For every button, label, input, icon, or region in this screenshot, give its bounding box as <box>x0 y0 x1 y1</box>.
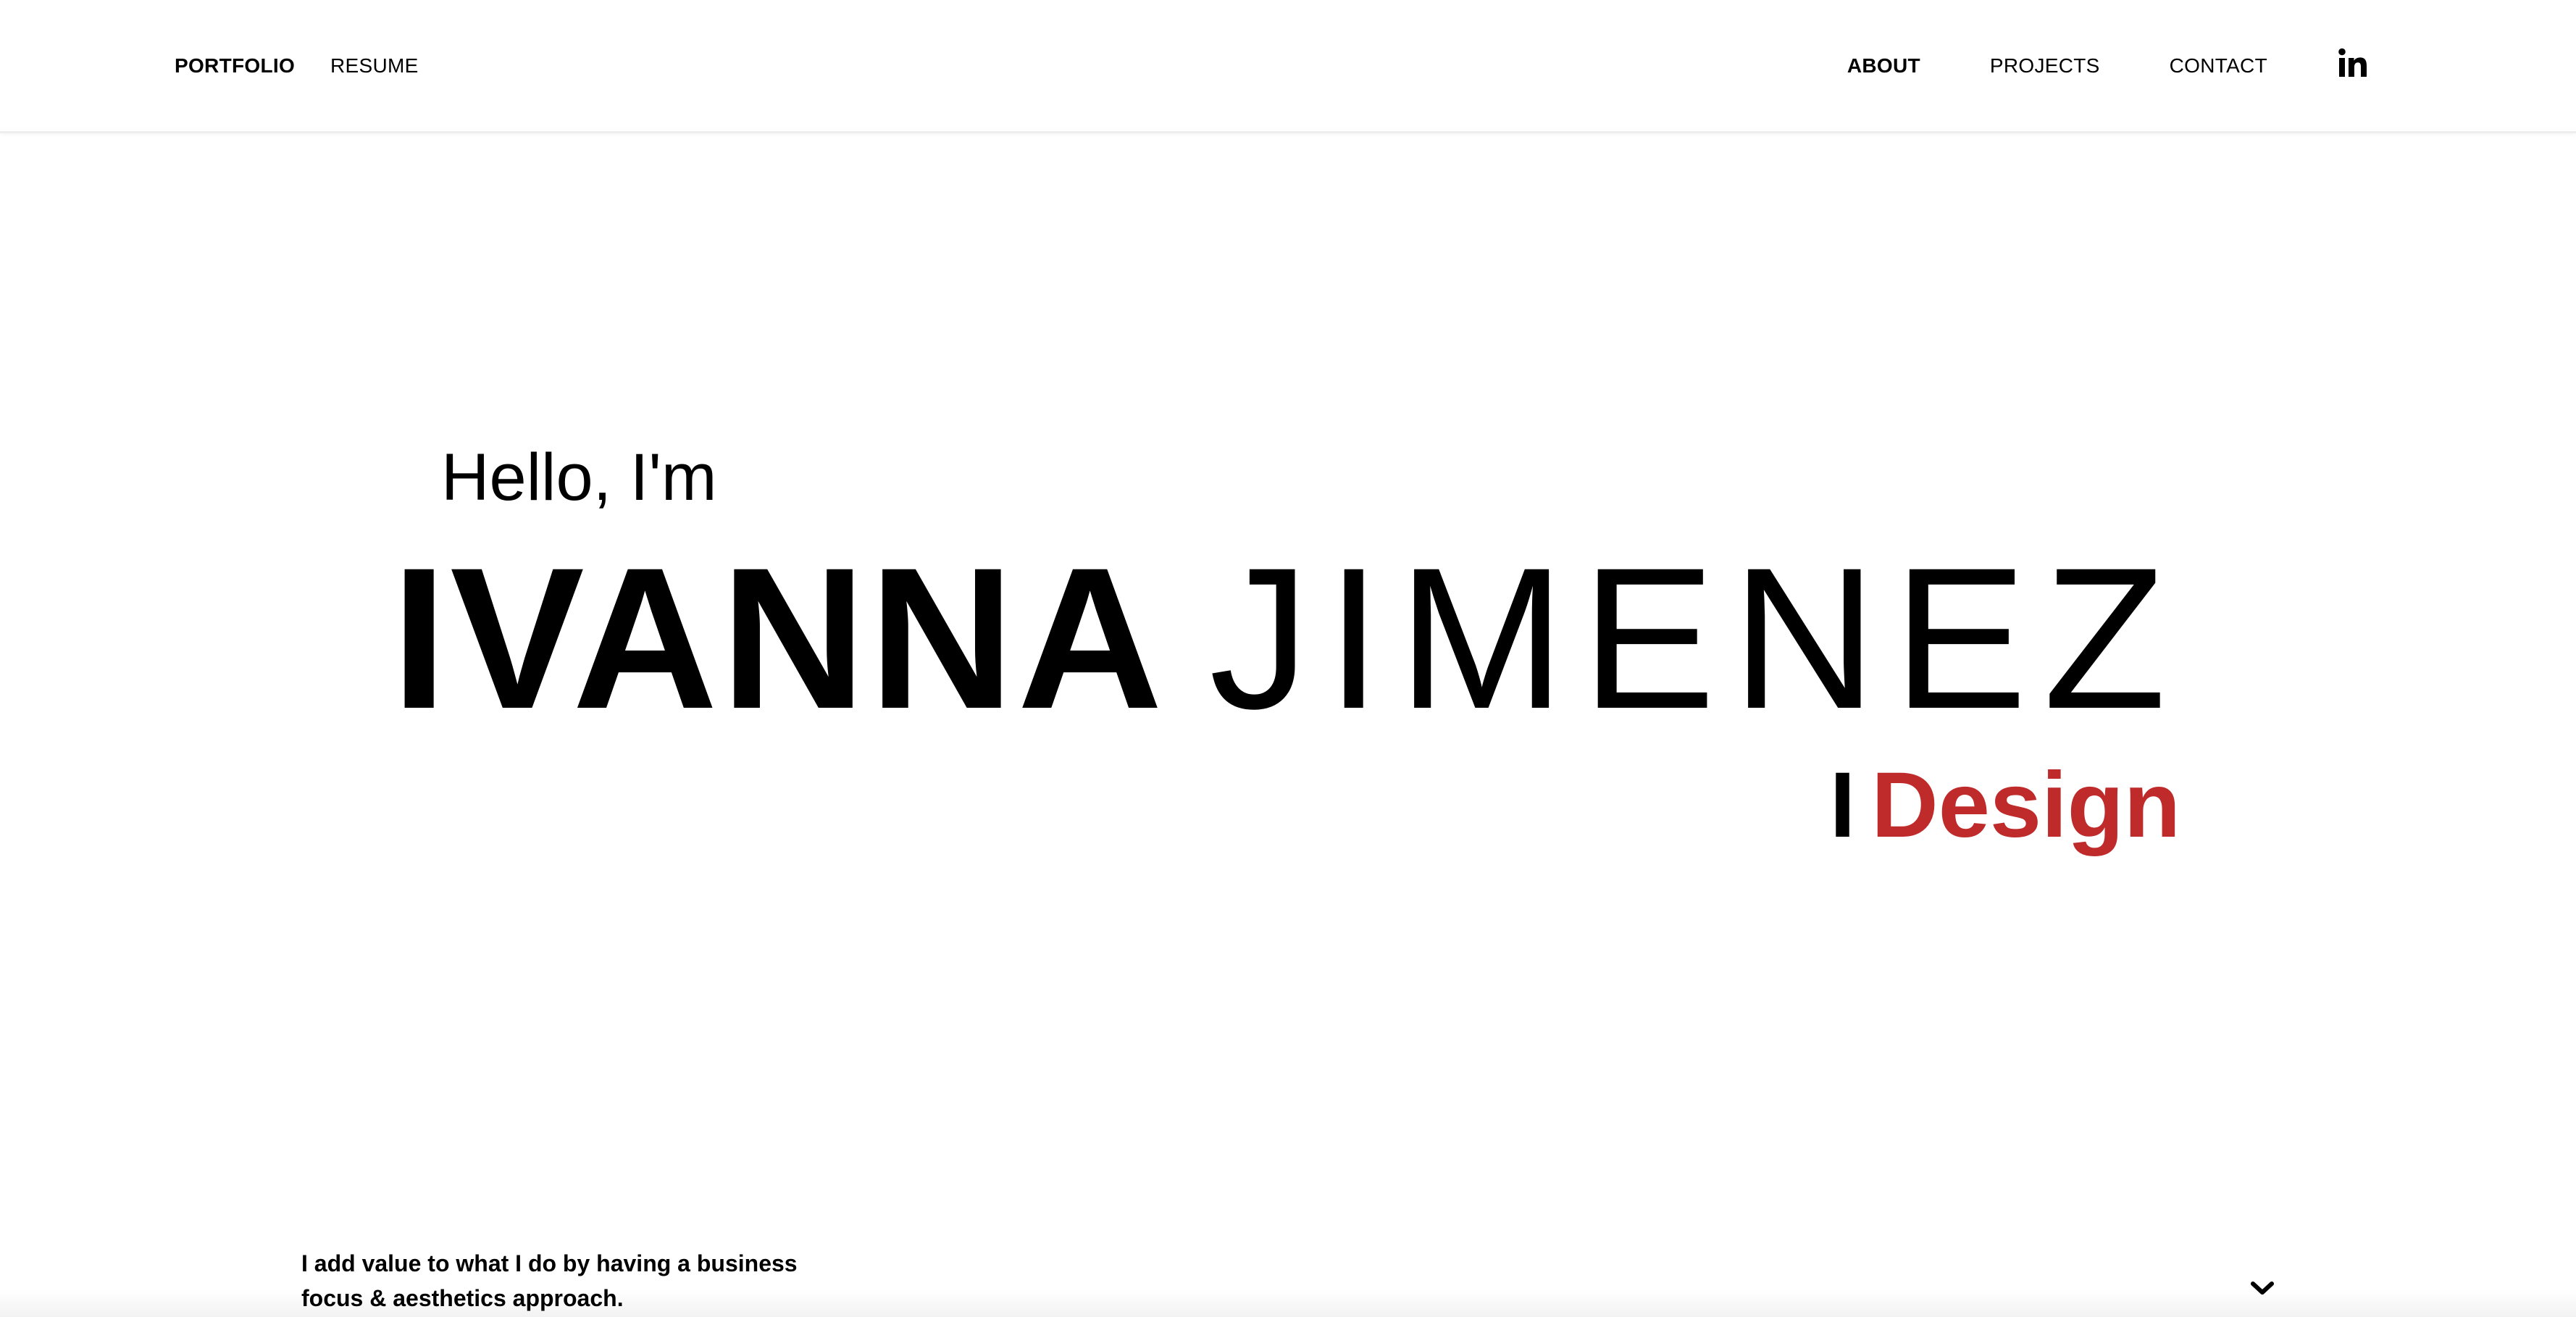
intro-line-1: I add value to what I do by having a bus… <box>301 1250 798 1276</box>
linkedin-icon-glyph <box>2338 48 2367 77</box>
hero-greeting: Hello, I'm <box>441 440 717 514</box>
top-navigation-bar: PORTFOLIO RESUME ABOUT PROJECTS CONTACT <box>0 0 2576 133</box>
intro-text: I add value to what I do by having a bus… <box>301 1246 852 1316</box>
hero-name: IVANNA JIMENEZ <box>391 538 2182 739</box>
nav-link-resume[interactable]: RESUME <box>330 54 419 78</box>
hero-first-name: IVANNA <box>391 525 1166 751</box>
tagline-word: Design <box>1871 753 2180 857</box>
nav-link-about[interactable]: ABOUT <box>1847 54 1920 78</box>
intro-line-2: focus & aesthetics approach. <box>301 1285 624 1311</box>
nav-left: PORTFOLIO RESUME <box>175 0 419 131</box>
hero-last-name: JIMENEZ <box>1209 525 2183 751</box>
chevron-down-icon[interactable] <box>2248 1277 2277 1299</box>
nav-link-projects[interactable]: PROJECTS <box>1990 54 2100 78</box>
nav-link-contact[interactable]: CONTACT <box>2170 54 2267 78</box>
nav-right: ABOUT PROJECTS CONTACT <box>1847 0 2370 131</box>
portfolio-page: PORTFOLIO RESUME ABOUT PROJECTS CONTACT … <box>0 0 2576 1317</box>
chevron-down-glyph <box>2251 1282 2274 1295</box>
tagline-prefix: I <box>1829 753 1856 857</box>
nav-link-portfolio[interactable]: PORTFOLIO <box>175 54 295 78</box>
hero-tagline: I Design <box>1830 759 2180 852</box>
linkedin-icon[interactable] <box>2336 46 2370 80</box>
